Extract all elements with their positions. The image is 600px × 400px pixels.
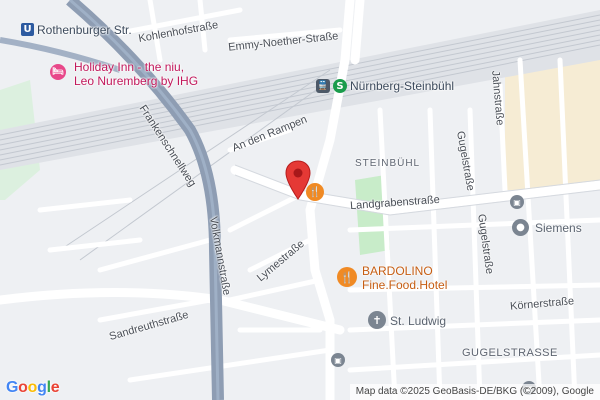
siemens-label[interactable]: Siemens bbox=[535, 221, 582, 235]
train-icon[interactable]: 🚆 bbox=[316, 79, 330, 93]
sbahn-icon[interactable]: S bbox=[333, 79, 347, 93]
st-ludwig-label[interactable]: St. Ludwig bbox=[390, 314, 446, 328]
hotel-icon[interactable]: 🛏 bbox=[50, 64, 66, 80]
sbahn-station-label[interactable]: Nürnberg-Steinbühl bbox=[350, 79, 454, 93]
ubahn-icon[interactable]: U bbox=[21, 23, 34, 36]
bardolino-label[interactable]: BARDOLINO Fine.Food.Hotel bbox=[362, 264, 447, 292]
area-label-gugelstrasse: GUGELSTRASSE bbox=[462, 347, 558, 359]
bardolino-line2: Fine.Food.Hotel bbox=[362, 278, 448, 292]
holiday-inn-line1: Holiday Inn - the niu, bbox=[74, 60, 185, 74]
shop-icon[interactable]: ▣ bbox=[510, 195, 524, 209]
map-attribution: Map data ©2025 GeoBasis-DE/BKG (©2009), … bbox=[349, 384, 600, 400]
holiday-inn-label[interactable]: Holiday Inn - the niu, Leo Nuremberg by … bbox=[74, 60, 198, 88]
office-icon[interactable]: ● bbox=[512, 219, 529, 236]
map-canvas[interactable]: Kohlenhofstraße Emmy-Noether-Straße An d… bbox=[0, 0, 600, 400]
ubahn-station-label[interactable]: Rothenburger Str. bbox=[37, 23, 132, 37]
area-label-steinbuehl: STEINBÜHL bbox=[355, 158, 421, 169]
church-icon[interactable]: ✝ bbox=[368, 311, 386, 329]
bardolino-line1: BARDOLINO bbox=[362, 264, 433, 278]
restaurant-icon[interactable]: 🍴 bbox=[337, 267, 357, 287]
google-logo: Google bbox=[6, 379, 60, 396]
shop-icon-south[interactable]: ▣ bbox=[331, 353, 345, 367]
holiday-inn-line2: Leo Nuremberg by IHG bbox=[74, 74, 199, 88]
location-pin-icon[interactable] bbox=[285, 160, 311, 200]
